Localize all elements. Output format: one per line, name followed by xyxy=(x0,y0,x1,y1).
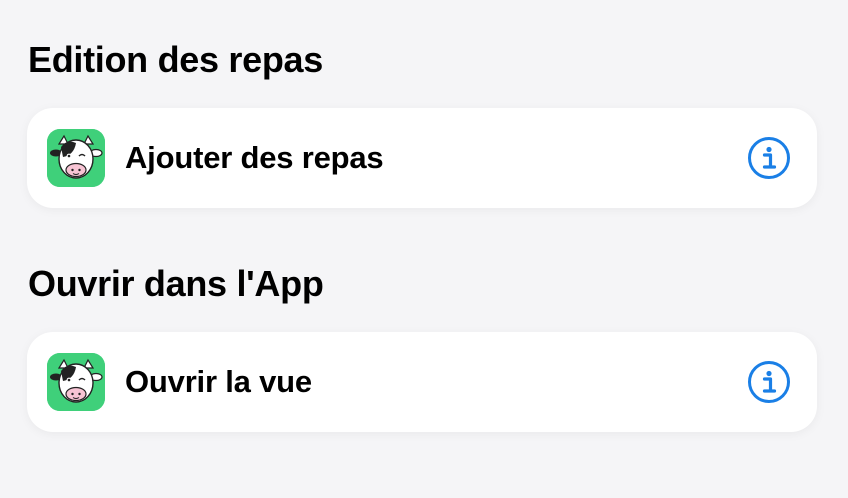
shortcut-label: Ajouter des repas xyxy=(125,140,384,175)
shortcut-label: Ouvrir la vue xyxy=(125,364,312,399)
cow-app-icon xyxy=(47,129,105,187)
cow-app-icon xyxy=(47,353,105,411)
section-title-meal-edit: Edition des repas xyxy=(28,39,323,80)
shortcut-row-open-view[interactable]: Ouvrir la vue xyxy=(27,332,817,432)
section-title-open-in-app: Ouvrir dans l'App xyxy=(28,263,324,304)
shortcut-row-add-meals[interactable]: Ajouter des repas xyxy=(27,108,817,208)
info-icon[interactable] xyxy=(747,360,791,404)
info-icon[interactable] xyxy=(747,136,791,180)
